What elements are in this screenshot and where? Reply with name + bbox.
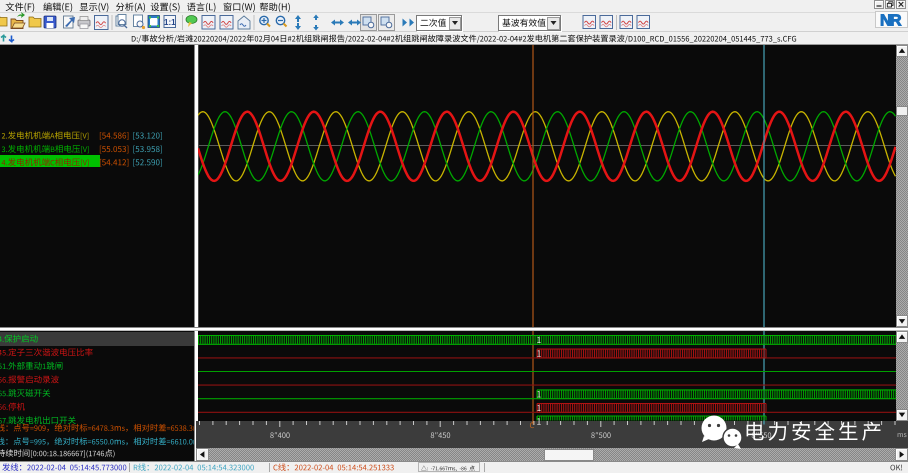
svg-text:NR: NR: [880, 13, 902, 30]
svg-text:1:1: 1:1: [164, 18, 176, 27]
